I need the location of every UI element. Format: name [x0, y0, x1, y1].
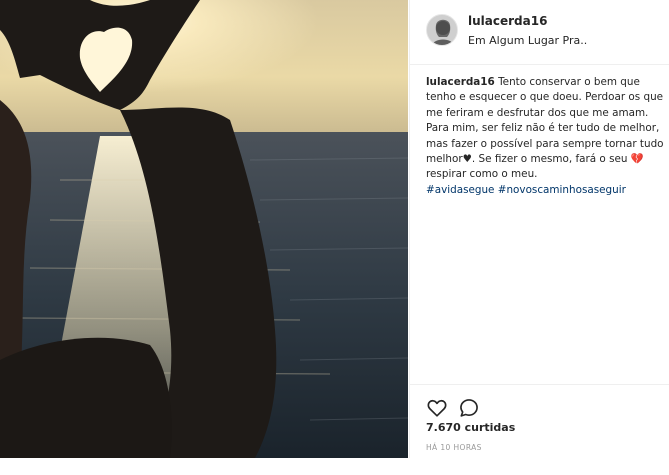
post-caption: lulacerda16 Tento conservar o bem que te… [426, 75, 666, 198]
comment-bubble-icon[interactable] [458, 397, 480, 419]
likes-count[interactable]: 7.670 curtidas [426, 421, 515, 434]
post-photo[interactable] [0, 0, 408, 458]
heart-outline-icon[interactable] [426, 397, 448, 419]
avatar-image [427, 15, 457, 45]
caption-text: Tento conservar o bem que tenho e esquec… [426, 76, 664, 181]
location-link[interactable]: Em Algum Lugar Pra.. [468, 34, 587, 47]
post-sidebar: lulacerda16 Em Algum Lugar Pra.. lulacer… [409, 0, 669, 458]
hashtag-link[interactable]: #avidasegue [426, 184, 494, 196]
sunset-heart-hands-image [0, 0, 408, 458]
post-actions: 7.670 curtidas HÁ 10 HORAS [410, 384, 669, 475]
instagram-post: lulacerda16 Em Algum Lugar Pra.. lulacer… [0, 0, 669, 458]
avatar[interactable] [426, 14, 458, 46]
post-header: lulacerda16 Em Algum Lugar Pra.. [410, 0, 669, 65]
caption-username[interactable]: lulacerda16 [426, 76, 495, 88]
post-timestamp[interactable]: HÁ 10 HORAS [426, 443, 482, 452]
hashtag-link[interactable]: #novoscaminhosaseguir [498, 184, 626, 196]
username-link[interactable]: lulacerda16 [468, 14, 547, 28]
